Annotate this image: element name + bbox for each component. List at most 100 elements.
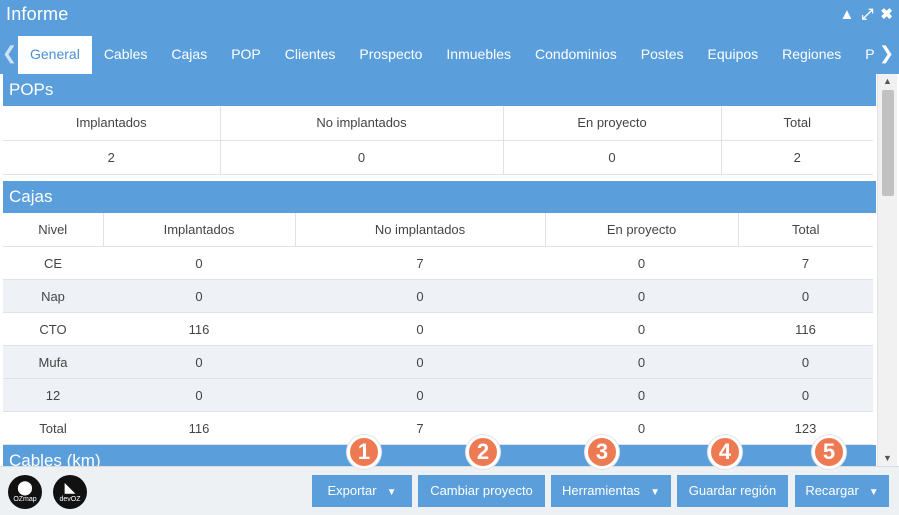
expand-icon[interactable]: ⤢ (861, 6, 873, 24)
tab-pen[interactable]: Pen (853, 36, 874, 74)
table-cell: Mufa (3, 345, 103, 379)
export-button-label: Exportar (327, 483, 377, 498)
tab-list: General Cables Cajas POP Clientes Prospecto In… (18, 36, 874, 74)
table-header-row: Nivel Implantados No implantados En proy… (3, 212, 873, 247)
tab-equipos[interactable]: Equipos (696, 36, 771, 74)
chevron-down-icon: ▼ (868, 487, 879, 498)
table-row: CTO 116 0 0 116 (3, 312, 873, 346)
table-row: 2 0 0 2 (3, 140, 873, 175)
window-titlebar: Informe ▲ ⤢ ✖ (0, 0, 899, 32)
change-project-button[interactable]: Cambiar proyecto (418, 475, 545, 507)
table-cell: Total (3, 411, 103, 445)
column-header: Implantados (3, 106, 221, 141)
table-cell: 7 (295, 411, 545, 445)
tab-clientes[interactable]: Clientes (273, 36, 348, 74)
table-cell: 12 (3, 378, 103, 412)
table-cell: 0 (295, 279, 545, 313)
export-button[interactable]: Exportar ▼ (312, 475, 412, 507)
tab-condominios[interactable]: Condominios (523, 36, 629, 74)
column-header: Implantados (103, 212, 296, 247)
table-cell: 0 (220, 140, 504, 175)
column-header: En proyecto (545, 212, 739, 247)
tab-inmuebles[interactable]: Inmuebles (434, 36, 523, 74)
save-region-button[interactable]: Guardar región (677, 475, 788, 507)
window-title: Informe (6, 4, 69, 24)
window-controls: ▲ ⤢ ✖ (840, 6, 893, 24)
table-cell: 0 (103, 378, 295, 412)
tab-pop[interactable]: POP (219, 36, 273, 74)
column-header: Total (738, 212, 873, 247)
tab-bar: ❮ General Cables Cajas POP Clientes Prospecto… (0, 32, 899, 74)
table-cell: 0 (738, 279, 873, 313)
table-cell: 116 (738, 312, 873, 346)
callout-badge-1: 1 (347, 435, 381, 469)
chevron-down-icon: ▼ (650, 487, 660, 498)
cables-section-title: Cables (km) (3, 445, 876, 466)
table-cell: 0 (103, 279, 295, 313)
devoz-logo-label: devOZ (59, 496, 81, 503)
table-cell: 0 (295, 312, 545, 346)
reload-button[interactable]: Recargar ▼ (795, 475, 889, 507)
column-header: No implantados (220, 106, 504, 141)
column-header: Total (721, 106, 873, 141)
cajas-section-title: Cajas (3, 180, 876, 213)
table-cell: 0 (738, 378, 873, 412)
collapse-icon[interactable]: ▲ (840, 6, 855, 24)
close-icon[interactable]: ✖ (880, 6, 893, 24)
table-row: Mufa 0 0 0 0 (3, 345, 873, 379)
map-pin-icon: ⬤ (17, 479, 33, 495)
table-cell: CE (3, 246, 103, 280)
table-cell: 0 (503, 140, 722, 175)
table-cell: 0 (545, 378, 738, 412)
scroll-thumb[interactable] (882, 90, 894, 196)
devoz-mark-icon: ◣ (64, 479, 76, 495)
table-header-row: Implantados No implantados En proyecto T… (3, 106, 873, 141)
table-cell: 0 (545, 312, 738, 346)
pops-table: Implantados No implantados En proyecto T… (3, 106, 873, 175)
devoz-logo: ◣ devOZ (53, 475, 87, 509)
ozmap-logo-label: OZmap (13, 496, 37, 503)
table-cell: 116 (103, 411, 295, 445)
footer-toolbar: ⬤ OZmap ◣ devOZ Exportar ▼ Cambiar proyec… (0, 466, 899, 515)
table-row: Total 116 7 0 123 (3, 411, 873, 445)
pops-section-title: POPs (3, 74, 876, 106)
tab-cables[interactable]: Cables (92, 36, 160, 74)
table-cell: 0 (103, 345, 295, 379)
tab-scroll-left-icon[interactable]: ❮ (2, 43, 17, 64)
table-cell: 0 (545, 345, 738, 379)
reload-button-label: Recargar (805, 483, 859, 498)
change-project-label: Cambiar proyecto (430, 483, 533, 498)
tools-button-label: Herramientas (562, 483, 641, 498)
tab-general[interactable]: General (18, 36, 92, 74)
table-cell: 0 (295, 378, 545, 412)
callout-badge-3: 3 (585, 435, 619, 469)
table-cell: Nap (3, 279, 103, 313)
scroll-down-icon[interactable]: ▼ (883, 453, 892, 463)
table-cell: 0 (545, 246, 738, 280)
tab-regiones[interactable]: Regiones (770, 36, 853, 74)
column-header: Nivel (3, 212, 104, 247)
tab-cajas[interactable]: Cajas (159, 36, 219, 74)
table-cell: 116 (103, 312, 295, 346)
scroll-up-icon[interactable]: ▲ (883, 76, 892, 86)
tab-prospecto[interactable]: Prospecto (347, 36, 434, 74)
table-row: Nap 0 0 0 0 (3, 279, 873, 313)
report-content: POPs Implantados No implantados En proye… (3, 74, 876, 466)
table-row: 12 0 0 0 0 (3, 378, 873, 412)
table-cell: 0 (545, 411, 738, 445)
table-cell: CTO (3, 312, 103, 346)
table-cell: 0 (103, 246, 295, 280)
column-header: No implantados (295, 212, 546, 247)
vertical-scrollbar[interactable]: ▲ ▼ (877, 74, 897, 466)
table-cell: 7 (738, 246, 873, 280)
callout-badge-2: 2 (466, 435, 500, 469)
tab-postes[interactable]: Postes (629, 36, 696, 74)
table-row: CE 0 7 0 7 (3, 246, 873, 280)
tab-scroll-right-icon[interactable]: ❯ (879, 43, 894, 64)
ozmap-logo: ⬤ OZmap (8, 475, 42, 509)
table-cell: 7 (295, 246, 545, 280)
table-cell: 123 (738, 411, 873, 445)
chevron-down-icon: ▼ (386, 487, 397, 498)
tools-button[interactable]: Herramientas ▼ (551, 475, 671, 507)
cajas-table: Nivel Implantados No implantados En proy… (3, 212, 873, 445)
